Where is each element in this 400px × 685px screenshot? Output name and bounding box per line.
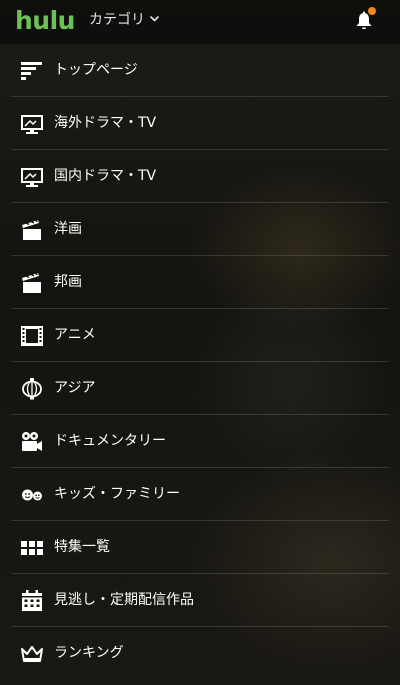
calendar-icon [21, 590, 43, 612]
menu-item-anime[interactable]: アニメ [0, 309, 400, 362]
menu-item-label: トップページ [54, 62, 138, 78]
menu-item-label: 見逃し・定期配信作品 [54, 592, 194, 608]
film-strip-icon [21, 325, 43, 347]
menu-item-overseas-drama[interactable]: 海外ドラマ・TV [0, 97, 400, 150]
grid-icon [21, 537, 43, 559]
menu-item-label: 国内ドラマ・TV [54, 168, 157, 184]
menu-item-label: ドキュメンタリー [54, 433, 166, 449]
menu-item-catch-up[interactable]: 見逃し・定期配信作品 [0, 574, 400, 627]
menu-item-domestic-drama[interactable]: 国内ドラマ・TV [0, 150, 400, 203]
menu-item-label: キッズ・ファミリー [54, 486, 180, 502]
menu-item-special-features[interactable]: 特集一覧 [0, 521, 400, 574]
menu-item-label: 海外ドラマ・TV [54, 115, 157, 131]
menu-item-label: 特集一覧 [54, 539, 110, 555]
home-lines-icon [21, 60, 43, 82]
menu-item-documentary[interactable]: ドキュメンタリー [0, 415, 400, 468]
clapperboard-icon [21, 219, 43, 241]
video-camera-icon [21, 431, 43, 453]
menu-item-label: 邦画 [54, 274, 82, 290]
monitor-icon [21, 113, 43, 135]
category-menu: トップページ 海外ドラマ・TV 国内ドラマ・TV 洋画 邦画 アニメ アジア ド… [0, 44, 400, 680]
hulu-logo[interactable]: hulu [15, 7, 75, 35]
menu-item-asia[interactable]: アジア [0, 362, 400, 415]
menu-item-japanese-movies[interactable]: 邦画 [0, 256, 400, 309]
crown-icon [21, 643, 43, 665]
menu-item-ranking[interactable]: ランキング [0, 627, 400, 680]
menu-item-label: 洋画 [54, 221, 82, 237]
menu-item-label: アジア [54, 380, 96, 396]
menu-item-label: ランキング [54, 645, 124, 661]
chevron-down-icon[interactable] [149, 14, 160, 24]
menu-item-label: アニメ [54, 327, 96, 343]
clapperboard-icon [21, 272, 43, 294]
category-menu-screen: hulu カテゴリ トップページ 海外ドラマ・TV 国内ドラマ・TV 洋画 邦画… [0, 0, 400, 685]
notification-badge [368, 7, 376, 15]
menu-item-kids-family[interactable]: キッズ・ファミリー [0, 468, 400, 521]
category-dropdown-label[interactable]: カテゴリ [89, 11, 145, 29]
menu-item-top-page[interactable]: トップページ [0, 44, 400, 97]
menu-item-western-movies[interactable]: 洋画 [0, 203, 400, 256]
lantern-icon [21, 378, 43, 400]
monitor-icon [21, 166, 43, 188]
top-bar: hulu カテゴリ [0, 0, 400, 44]
smiley-faces-icon [21, 484, 43, 506]
